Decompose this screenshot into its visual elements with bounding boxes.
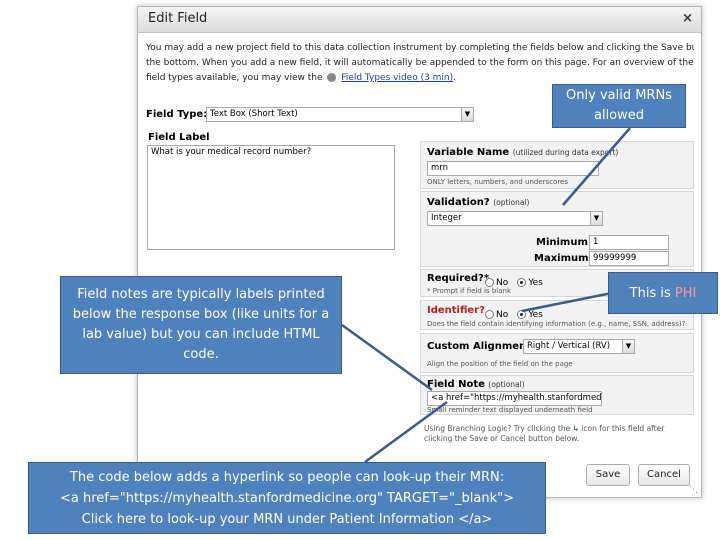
- code-callout-line-2: <a href="https://myhealth.stanfordmedici…: [60, 490, 514, 506]
- chevron-down-icon: ▼: [461, 108, 473, 121]
- field-types-video-link[interactable]: Field Types video (3 min): [341, 73, 453, 83]
- cancel-button[interactable]: Cancel: [638, 464, 690, 486]
- variable-name-hint: ONLY letters, numbers, and underscores: [427, 178, 569, 186]
- intro-line-2: the bottom. When you add a new field, it…: [146, 58, 694, 68]
- variable-name-panel: Variable Name (utilized during data expo…: [420, 141, 694, 189]
- phi-callout-text: This is: [629, 285, 675, 301]
- required-yes-radio[interactable]: [517, 278, 527, 287]
- identifier-no-radio[interactable]: [485, 310, 494, 319]
- branching-line-2: clicking the Save or Cancel button below…: [424, 434, 580, 443]
- mrn-callout: Only valid MRNs allowed: [552, 84, 686, 128]
- minimum-label: Minimum:: [536, 237, 592, 248]
- phi-callout: This is PHI: [608, 272, 718, 314]
- validation-label: Validation? (optional): [427, 197, 529, 208]
- validation-label-text: Validation?: [427, 197, 490, 208]
- close-icon[interactable]: ×: [682, 11, 693, 26]
- intro-line-3-end: .: [453, 73, 457, 83]
- branching-text: Using Branching Logic? Try clicking the: [424, 424, 571, 433]
- minimum-input[interactable]: 1: [589, 235, 669, 250]
- dialog-header: Edit Field ×: [138, 7, 701, 33]
- branching-text-post: icon for this field after: [581, 424, 665, 433]
- validation-sublabel: (optional): [493, 198, 530, 207]
- identifier-hint: Does the field contain identifying infor…: [427, 320, 686, 328]
- required-no-label: No: [496, 277, 509, 288]
- field-note-label: Field Note (optional): [427, 379, 525, 390]
- field-note-panel: Field Note (optional) <a href="https://m…: [420, 375, 694, 415]
- identifier-yes-label: Yes: [528, 309, 543, 320]
- field-note-label-text: Field Note: [427, 379, 485, 390]
- code-callout-line-3: Click here to look-up your MRN under Pat…: [81, 511, 493, 527]
- maximum-label: Maximum:: [534, 253, 593, 264]
- custom-alignment-label: Custom Alignment: [427, 341, 531, 352]
- custom-alignment-value: Right / Vertical (RV): [527, 341, 611, 351]
- edit-field-dialog: Edit Field × You may add a new project f…: [137, 6, 702, 498]
- intro-line-3-text: field types available, you may view the: [146, 73, 323, 83]
- variable-name-label-text: Variable Name: [427, 147, 510, 158]
- validation-panel: Validation? (optional) Integer ▼ Minimum…: [420, 191, 694, 267]
- field-type-value: Text Box (Short Text): [210, 109, 298, 119]
- custom-alignment-hint: Align the position of the field on the p…: [427, 360, 573, 368]
- variable-name-sublabel: (utilized during data export): [512, 148, 619, 157]
- code-callout-line-1: The code below adds a hyperlink so peopl…: [69, 469, 505, 485]
- identifier-no-label: No: [496, 309, 509, 320]
- required-label: Required?*: [427, 273, 490, 284]
- field-type-select[interactable]: Text Box (Short Text) ▼: [206, 107, 474, 122]
- identifier-yes-radio[interactable]: [517, 310, 527, 319]
- variable-name-label: Variable Name (utilized during data expo…: [427, 147, 618, 158]
- field-note-hint: Small reminder text displayed underneath…: [427, 406, 593, 414]
- save-button[interactable]: Save: [586, 464, 630, 486]
- video-icon: [327, 73, 337, 82]
- intro-line-1: You may add a new project field to this …: [146, 43, 694, 53]
- chevron-down-icon: ▼: [622, 340, 634, 353]
- field-type-label: Field Type:: [146, 109, 208, 120]
- field-note-input[interactable]: <a href="https://myhealth.stanfordmed: [427, 391, 602, 406]
- field-note-sublabel: (optional): [488, 380, 525, 389]
- resize-grip-icon[interactable]: ⋱: [689, 485, 698, 495]
- phi-callout-word: PHI: [674, 285, 697, 301]
- field-label-textarea[interactable]: What is your medical record number?: [147, 145, 395, 250]
- variable-name-input[interactable]: mrn: [427, 161, 599, 176]
- custom-alignment-panel: Custom Alignment Right / Vertical (RV) ▼…: [420, 333, 694, 373]
- identifier-label: Identifier?: [427, 305, 485, 316]
- required-no-radio[interactable]: [485, 278, 494, 287]
- branching-line-1: Using Branching Logic? Try clicking the …: [424, 424, 694, 433]
- intro-line-3: field types available, you may view the …: [146, 71, 694, 85]
- dialog-title: Edit Field: [148, 11, 208, 26]
- chevron-down-icon: ▼: [590, 212, 602, 225]
- maximum-input[interactable]: 99999999: [589, 251, 669, 266]
- field-label-label: Field Label: [148, 132, 210, 143]
- required-yes-label: Yes: [528, 277, 543, 288]
- custom-alignment-select[interactable]: Right / Vertical (RV) ▼: [523, 339, 635, 354]
- required-hint: * Prompt if field is blank: [427, 287, 512, 295]
- branching-icon: ↳: [572, 424, 579, 433]
- validation-value: Integer: [431, 213, 462, 223]
- notes-callout: Field notes are typically labels printed…: [60, 276, 342, 374]
- validation-select[interactable]: Integer ▼: [427, 211, 603, 226]
- code-callout: The code below adds a hyperlink so peopl…: [28, 462, 546, 534]
